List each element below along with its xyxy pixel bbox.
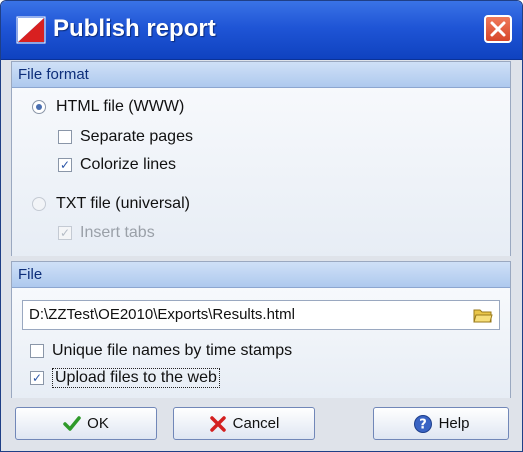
title-bar: Publish report	[1, 1, 522, 60]
close-button[interactable]	[484, 15, 512, 43]
upload-label: Upload files to the web	[52, 368, 220, 388]
file-header: File	[12, 262, 510, 288]
help-label: Help	[438, 415, 470, 432]
close-icon	[490, 21, 506, 37]
ok-button[interactable]: OK	[15, 407, 157, 440]
dialog-title: Publish report	[53, 15, 216, 42]
file-path-input[interactable]: D:\ZZTest\OE2010\Exports\Results.html	[22, 300, 500, 330]
open-folder-icon[interactable]	[473, 306, 493, 324]
unique-names-checkbox[interactable]	[30, 344, 44, 358]
file-format-header: File format	[12, 62, 510, 88]
cancel-label: Cancel	[232, 415, 280, 432]
file-panel: File D:\ZZTest\OE2010\Exports\Results.ht…	[11, 261, 511, 398]
unique-names-option[interactable]: Unique file names by time stamps	[30, 342, 292, 360]
checkmark-icon	[63, 415, 81, 432]
cancel-button[interactable]: Cancel	[173, 407, 315, 440]
html-format-label: HTML file (WWW)	[56, 98, 185, 115]
insert-tabs-checkbox[interactable]: ✓	[58, 226, 72, 240]
help-button[interactable]: ? Help	[373, 407, 509, 440]
html-format-option[interactable]: HTML file (WWW)	[32, 98, 184, 116]
report-app-icon	[16, 16, 46, 44]
txt-format-radio[interactable]	[32, 197, 46, 211]
cancel-x-icon	[209, 415, 227, 433]
html-format-radio[interactable]	[32, 100, 46, 114]
ok-label: OK	[87, 415, 109, 432]
separate-pages-option[interactable]: Separate pages	[58, 128, 193, 146]
publish-report-dialog: Publish report File format HTML file (WW…	[0, 0, 523, 452]
separate-pages-checkbox[interactable]	[58, 130, 72, 144]
help-icon: ?	[413, 414, 433, 434]
colorize-lines-checkbox[interactable]: ✓	[58, 158, 72, 172]
colorize-lines-option[interactable]: ✓ Colorize lines	[58, 156, 176, 174]
insert-tabs-label: Insert tabs	[80, 224, 155, 241]
txt-format-label: TXT file (universal)	[56, 195, 190, 212]
unique-names-label: Unique file names by time stamps	[52, 342, 293, 359]
separate-pages-label: Separate pages	[80, 128, 193, 145]
file-format-panel: File format HTML file (WWW) Separate pag…	[11, 61, 511, 256]
colorize-lines-label: Colorize lines	[80, 156, 177, 173]
svg-text:?: ?	[419, 417, 427, 432]
insert-tabs-option[interactable]: ✓ Insert tabs	[58, 224, 155, 242]
upload-option[interactable]: ✓ Upload files to the web	[30, 368, 220, 388]
txt-format-option[interactable]: TXT file (universal)	[32, 195, 190, 213]
file-path-value: D:\ZZTest\OE2010\Exports\Results.html	[29, 306, 295, 323]
upload-checkbox[interactable]: ✓	[30, 371, 44, 385]
